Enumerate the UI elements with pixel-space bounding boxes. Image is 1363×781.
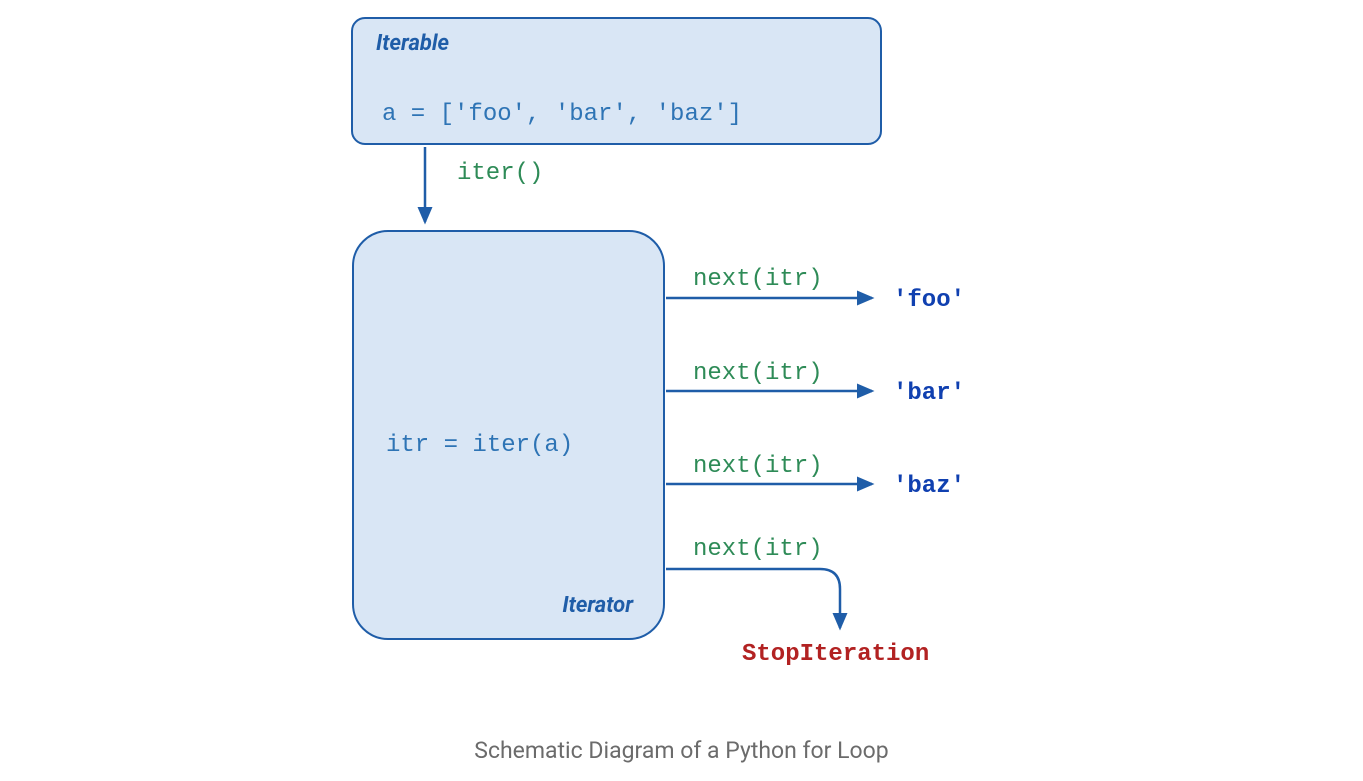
next-call-3: next(itr) [693,453,823,480]
next-call-4: next(itr) [693,536,823,563]
iterable-code: a = ['foo', 'bar', 'baz'] [382,101,742,128]
iter-call-label: iter() [457,160,543,187]
output-foo: 'foo' [893,287,965,314]
iterator-box: itr = iter(a) Iterator [352,230,665,640]
stop-iteration: StopIteration [742,641,929,668]
next-arrow-4 [666,569,840,628]
iterable-box: Iterable a = ['foo', 'bar', 'baz'] [351,17,882,145]
diagram-caption: Schematic Diagram of a Python for Loop [0,737,1363,764]
iterable-title: Iterable [376,31,449,56]
output-baz: 'baz' [893,473,965,500]
next-call-1: next(itr) [693,266,823,293]
output-bar: 'bar' [893,380,965,407]
next-call-2: next(itr) [693,360,823,387]
iterator-title: Iterator [562,593,633,618]
python-for-loop-diagram: Iterable a = ['foo', 'bar', 'baz'] itr =… [0,0,1363,781]
iterator-code: itr = iter(a) [386,432,573,459]
